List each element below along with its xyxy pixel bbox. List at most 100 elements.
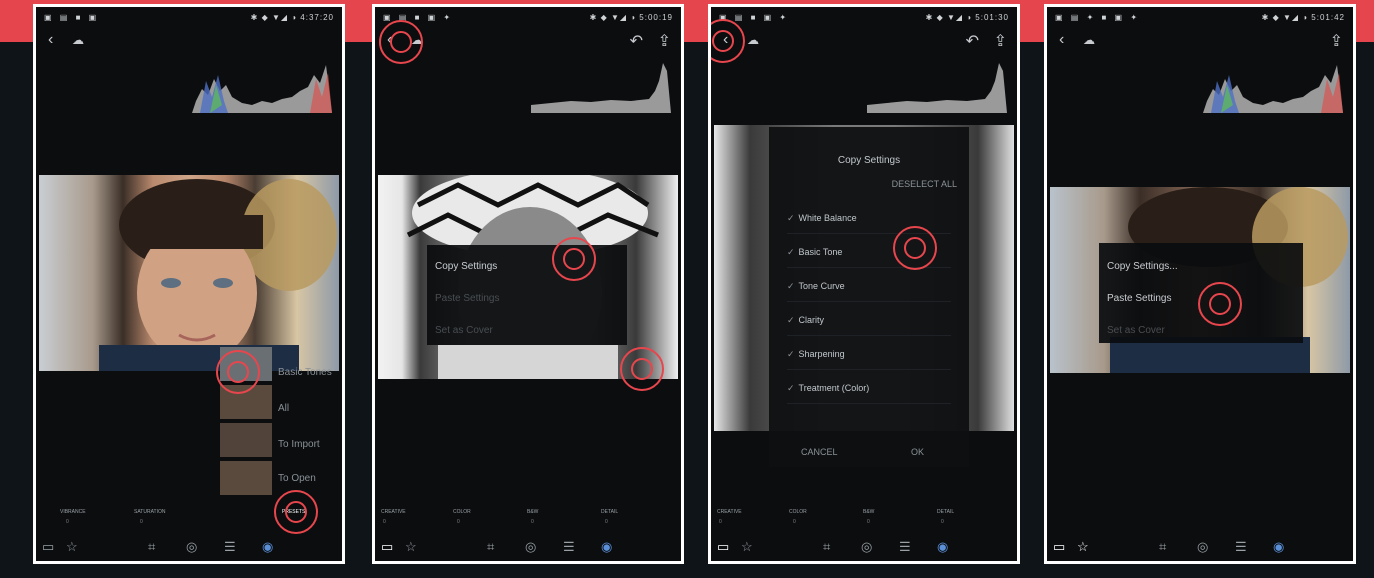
adjust-icon[interactable]: ☰ — [563, 539, 575, 555]
status-icons-left: ▣ ▤ ■ ▣ — [44, 13, 100, 22]
flag-icon[interactable]: ▭ — [717, 539, 729, 555]
menu-item-copy-settings[interactable]: Copy Settings... — [1107, 261, 1178, 272]
histogram — [867, 63, 1007, 113]
star-icon[interactable]: ☆ — [1077, 539, 1089, 555]
bottom-toolbar: ▭ ☆ ⌗ ◎ ☰ ◉ — [1047, 535, 1353, 561]
status-bar: ▣ ▤ ■ ▣ ✦ ✱ ◆ ▼◢ ◑ 5:01:30 — [711, 7, 1017, 27]
slider-label[interactable]: B&W — [527, 509, 538, 515]
status-bar: ▣ ▤ ✦ ■ ▣ ✦ ✱ ◆ ▼◢ ◑ 5:01:42 — [1047, 7, 1353, 27]
option-sharpening[interactable]: ✓ Sharpening — [787, 349, 845, 360]
screenshot-panel-2: ▣ ▤ ■ ▣ ✦ ✱ ◆ ▼◢ ◑ 5:00:19 ‹ ☁ ↶ ⇪ Copy … — [372, 4, 684, 564]
histogram — [531, 63, 671, 113]
preset-thumb-to-import[interactable] — [220, 423, 272, 457]
cloud-icon[interactable]: ☁ — [72, 33, 84, 47]
presets-icon[interactable]: ◉ — [262, 539, 273, 555]
slider-value: 0 — [140, 519, 143, 525]
highlight-circle — [274, 490, 318, 534]
bottom-toolbar: ▭ ☆ ⌗ ◎ ☰ ◉ — [711, 535, 1017, 561]
slider-label[interactable]: SATURATION — [134, 509, 165, 515]
highlight-circle — [711, 19, 745, 63]
divider — [787, 301, 951, 302]
slider-value: 0 — [383, 519, 386, 525]
presets-icon[interactable]: ◉ — [937, 539, 948, 555]
share-icon[interactable]: ⇪ — [994, 31, 1007, 51]
preset-label[interactable]: To Import — [278, 439, 320, 450]
highlight-circle — [893, 226, 937, 270]
ok-button[interactable]: OK — [911, 447, 924, 457]
color-icon[interactable]: ◎ — [1197, 539, 1208, 555]
cloud-icon[interactable]: ☁ — [1083, 33, 1095, 47]
preset-label[interactable]: To Open — [278, 473, 316, 484]
slider-label[interactable]: CREATIVE — [381, 509, 406, 515]
slider-label[interactable]: DETAIL — [937, 509, 954, 515]
presets-icon[interactable]: ◉ — [601, 539, 612, 555]
highlight-circle — [620, 347, 664, 391]
deselect-all-button[interactable]: DESELECT ALL — [892, 179, 957, 189]
crop-icon[interactable]: ⌗ — [823, 539, 830, 555]
cancel-button[interactable]: CANCEL — [801, 447, 838, 457]
slider-value: 0 — [793, 519, 796, 525]
highlight-circle — [379, 20, 423, 64]
slider-label[interactable]: COLOR — [789, 509, 807, 515]
flag-icon[interactable]: ▭ — [42, 539, 54, 555]
color-icon[interactable]: ◎ — [861, 539, 872, 555]
option-basic-tone[interactable]: ✓ Basic Tone — [787, 247, 842, 258]
color-icon[interactable]: ◎ — [186, 539, 197, 555]
slider-value: 0 — [867, 519, 870, 525]
option-clarity[interactable]: ✓ Clarity — [787, 315, 824, 326]
adjust-icon[interactable]: ☰ — [1235, 539, 1247, 555]
presets-icon[interactable]: ◉ — [1273, 539, 1284, 555]
slider-value: 0 — [719, 519, 722, 525]
slider-label[interactable]: VIBRANCE — [60, 509, 86, 515]
slider-value: 0 — [66, 519, 69, 525]
share-icon[interactable]: ⇪ — [1330, 31, 1343, 51]
star-icon[interactable]: ☆ — [66, 539, 78, 555]
option-treatment-color[interactable]: ✓ Treatment (Color) — [787, 383, 869, 394]
menu-item-set-as-cover[interactable]: Set as Cover — [435, 325, 493, 336]
slider-value: 0 — [605, 519, 608, 525]
slider-strip: CREATIVE 0 COLOR 0 B&W 0 DETAIL 0 — [375, 507, 681, 529]
color-icon[interactable]: ◎ — [525, 539, 536, 555]
highlight-circle — [552, 237, 596, 281]
menu-item-paste-settings[interactable]: Paste Settings — [1107, 293, 1171, 304]
adjust-icon[interactable]: ☰ — [224, 539, 236, 555]
slider-label[interactable]: B&W — [863, 509, 874, 515]
option-white-balance[interactable]: ✓ White Balance — [787, 213, 857, 224]
share-icon[interactable]: ⇪ — [658, 31, 671, 51]
crop-icon[interactable]: ⌗ — [148, 539, 155, 555]
slider-label[interactable]: CREATIVE — [717, 509, 742, 515]
screenshot-panel-1: ▣ ▤ ■ ▣ ✱ ◆ ▼◢ ◑ 4:37:20 ‹ ☁ Basic Tones… — [33, 4, 345, 564]
checkmark-icon: ✓ — [787, 349, 795, 359]
star-icon[interactable]: ☆ — [741, 539, 753, 555]
adjust-icon[interactable]: ☰ — [899, 539, 911, 555]
star-icon[interactable]: ☆ — [405, 539, 417, 555]
nav-bar: ‹ ☁ — [36, 29, 342, 55]
menu-item-paste-settings[interactable]: Paste Settings — [435, 293, 499, 304]
bottom-toolbar: ▭ ☆ ⌗ ◎ ☰ ◉ — [375, 535, 681, 561]
context-menu: Copy Settings Paste Settings Set as Cove… — [427, 245, 627, 345]
slider-strip: CREATIVE 0 COLOR 0 B&W 0 DETAIL 0 — [711, 507, 1017, 529]
undo-icon[interactable]: ↶ — [966, 31, 979, 51]
slider-label[interactable]: COLOR — [453, 509, 471, 515]
highlight-circle — [216, 350, 260, 394]
status-icons-left: ▣ ▤ ✦ ■ ▣ ✦ — [1055, 13, 1141, 22]
preset-label[interactable]: Basic Tones — [278, 367, 332, 378]
cloud-icon[interactable]: ☁ — [747, 33, 759, 47]
undo-icon[interactable]: ↶ — [630, 31, 643, 51]
preset-label[interactable]: All — [278, 403, 289, 414]
slider-label[interactable]: DETAIL — [601, 509, 618, 515]
crop-icon[interactable]: ⌗ — [1159, 539, 1166, 555]
crop-icon[interactable]: ⌗ — [487, 539, 494, 555]
checkmark-icon: ✓ — [787, 315, 795, 325]
back-icon[interactable]: ‹ — [48, 31, 53, 49]
option-tone-curve[interactable]: ✓ Tone Curve — [787, 281, 845, 292]
menu-item-set-as-cover[interactable]: Set as Cover — [1107, 325, 1165, 336]
checkmark-icon: ✓ — [787, 281, 795, 291]
flag-icon[interactable]: ▭ — [1053, 539, 1065, 555]
bottom-toolbar: ▭ ☆ ⌗ ◎ ☰ ◉ — [36, 535, 342, 561]
checkmark-icon: ✓ — [787, 213, 795, 223]
back-icon[interactable]: ‹ — [1059, 31, 1064, 49]
flag-icon[interactable]: ▭ — [381, 539, 393, 555]
preset-thumb-to-open[interactable] — [220, 461, 272, 495]
menu-item-copy-settings[interactable]: Copy Settings — [435, 261, 497, 272]
